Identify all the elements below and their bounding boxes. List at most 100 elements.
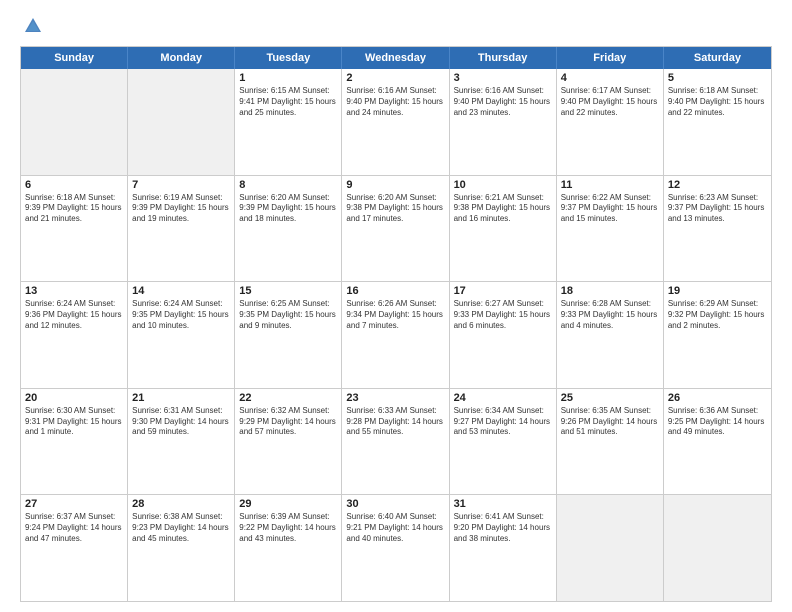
- calendar-cell: [664, 495, 771, 601]
- day-number: 15: [239, 285, 337, 297]
- calendar-cell: 10 Sunrise: 6:21 AM Sunset: 9:38 PM Dayli…: [450, 176, 557, 282]
- calendar-cell: 11Sunrise: 6:22 AM Sunset: 9:37 PM Dayli…: [557, 176, 664, 282]
- cell-text: Sunrise: 6:36 AM Sunset: 9:25 PM Dayligh…: [668, 406, 767, 438]
- calendar-cell: 23 Sunrise: 6:33 AM Sunset: 9:28 PM Dayli…: [342, 389, 449, 495]
- logo-icon: [23, 16, 43, 36]
- calendar-cell: 18 Sunrise: 6:28 AM Sunset: 9:33 PM Dayli…: [557, 282, 664, 388]
- cell-text: Sunrise: 6:25 AM Sunset: 9:35 PM Dayligh…: [239, 299, 337, 331]
- calendar-row: 6 Sunrise: 6:18 AM Sunset: 9:39 PM Daylig…: [21, 175, 771, 282]
- weekday-header: Wednesday: [342, 47, 449, 69]
- day-number: 31: [454, 498, 552, 510]
- cell-text: Sunrise: 6:18 AM Sunset: 9:39 PM Dayligh…: [25, 193, 123, 225]
- day-number: 9: [346, 179, 444, 191]
- day-number: 30: [346, 498, 444, 510]
- calendar-cell: 12 Sunrise: 6:23 AM Sunset: 9:37 PM Dayli…: [664, 176, 771, 282]
- weekday-header: Friday: [557, 47, 664, 69]
- cell-text: Sunrise: 6:21 AM Sunset: 9:38 PM Dayligh…: [454, 193, 552, 225]
- cell-text: Sunrise: 6:24 AM Sunset: 9:36 PM Dayligh…: [25, 299, 123, 331]
- calendar: SundayMondayTuesdayWednesdayThursdayFrid…: [20, 46, 772, 602]
- day-number: 17: [454, 285, 552, 297]
- calendar-cell: 1 Sunrise: 6:15 AM Sunset: 9:41 PM Daylig…: [235, 69, 342, 175]
- calendar-cell: 8 Sunrise: 6:20 AM Sunset: 9:39 PM Daylig…: [235, 176, 342, 282]
- day-number: 28: [132, 498, 230, 510]
- cell-text: Sunrise: 6:40 AM Sunset: 9:21 PM Dayligh…: [346, 512, 444, 544]
- day-number: 3: [454, 72, 552, 84]
- cell-text: Sunrise: 6:35 AM Sunset: 9:26 PM Dayligh…: [561, 406, 659, 438]
- cell-text: Sunrise: 6:28 AM Sunset: 9:33 PM Dayligh…: [561, 299, 659, 331]
- calendar-cell: 24 Sunrise: 6:34 AM Sunset: 9:27 PM Dayli…: [450, 389, 557, 495]
- weekday-header: Monday: [128, 47, 235, 69]
- cell-text: Sunrise: 6:39 AM Sunset: 9:22 PM Dayligh…: [239, 512, 337, 544]
- calendar-cell: 29 Sunrise: 6:39 AM Sunset: 9:22 PM Dayli…: [235, 495, 342, 601]
- cell-text: Sunrise: 6:34 AM Sunset: 9:27 PM Dayligh…: [454, 406, 552, 438]
- cell-text: Sunrise: 6:20 AM Sunset: 9:38 PM Dayligh…: [346, 193, 444, 225]
- day-number: 2: [346, 72, 444, 84]
- cell-text: Sunrise: 6:15 AM Sunset: 9:41 PM Dayligh…: [239, 86, 337, 118]
- calendar-cell: 21Sunrise: 6:31 AM Sunset: 9:30 PM Dayli…: [128, 389, 235, 495]
- day-number: 22: [239, 392, 337, 404]
- cell-text: Sunrise: 6:30 AM Sunset: 9:31 PM Dayligh…: [25, 406, 123, 438]
- calendar-row: 27Sunrise: 6:37 AM Sunset: 9:24 PM Dayli…: [21, 494, 771, 601]
- calendar-cell: 6 Sunrise: 6:18 AM Sunset: 9:39 PM Daylig…: [21, 176, 128, 282]
- calendar-cell: 3Sunrise: 6:16 AM Sunset: 9:40 PM Daylig…: [450, 69, 557, 175]
- calendar-cell: 14Sunrise: 6:24 AM Sunset: 9:35 PM Dayli…: [128, 282, 235, 388]
- cell-text: Sunrise: 6:20 AM Sunset: 9:39 PM Dayligh…: [239, 193, 337, 225]
- calendar-cell: 25 Sunrise: 6:35 AM Sunset: 9:26 PM Dayli…: [557, 389, 664, 495]
- day-number: 12: [668, 179, 767, 191]
- day-number: 24: [454, 392, 552, 404]
- weekday-header: Thursday: [450, 47, 557, 69]
- day-number: 8: [239, 179, 337, 191]
- cell-text: Sunrise: 6:18 AM Sunset: 9:40 PM Dayligh…: [668, 86, 767, 118]
- day-number: 20: [25, 392, 123, 404]
- cell-text: Sunrise: 6:24 AM Sunset: 9:35 PM Dayligh…: [132, 299, 230, 331]
- calendar-cell: 26Sunrise: 6:36 AM Sunset: 9:25 PM Dayli…: [664, 389, 771, 495]
- page: SundayMondayTuesdayWednesdayThursdayFrid…: [0, 0, 792, 612]
- calendar-cell: 2Sunrise: 6:16 AM Sunset: 9:40 PM Daylig…: [342, 69, 449, 175]
- weekday-header: Sunday: [21, 47, 128, 69]
- calendar-cell: 13 Sunrise: 6:24 AM Sunset: 9:36 PM Dayli…: [21, 282, 128, 388]
- cell-text: Sunrise: 6:26 AM Sunset: 9:34 PM Dayligh…: [346, 299, 444, 331]
- calendar-cell: [128, 69, 235, 175]
- logo: [20, 16, 43, 36]
- cell-text: Sunrise: 6:19 AM Sunset: 9:39 PM Dayligh…: [132, 193, 230, 225]
- cell-text: Sunrise: 6:32 AM Sunset: 9:29 PM Dayligh…: [239, 406, 337, 438]
- calendar-header: SundayMondayTuesdayWednesdayThursdayFrid…: [21, 47, 771, 69]
- calendar-cell: 15 Sunrise: 6:25 AM Sunset: 9:35 PM Dayli…: [235, 282, 342, 388]
- calendar-cell: 28 Sunrise: 6:38 AM Sunset: 9:23 PM Dayli…: [128, 495, 235, 601]
- day-number: 16: [346, 285, 444, 297]
- cell-text: Sunrise: 6:38 AM Sunset: 9:23 PM Dayligh…: [132, 512, 230, 544]
- cell-text: Sunrise: 6:17 AM Sunset: 9:40 PM Dayligh…: [561, 86, 659, 118]
- day-number: 23: [346, 392, 444, 404]
- calendar-cell: 7 Sunrise: 6:19 AM Sunset: 9:39 PM Daylig…: [128, 176, 235, 282]
- day-number: 7: [132, 179, 230, 191]
- calendar-row: 1 Sunrise: 6:15 AM Sunset: 9:41 PM Daylig…: [21, 69, 771, 175]
- day-number: 13: [25, 285, 123, 297]
- calendar-cell: 4 Sunrise: 6:17 AM Sunset: 9:40 PM Daylig…: [557, 69, 664, 175]
- day-number: 10: [454, 179, 552, 191]
- day-number: 6: [25, 179, 123, 191]
- calendar-cell: 30 Sunrise: 6:40 AM Sunset: 9:21 PM Dayli…: [342, 495, 449, 601]
- calendar-cell: 5 Sunrise: 6:18 AM Sunset: 9:40 PM Daylig…: [664, 69, 771, 175]
- calendar-cell: 31Sunrise: 6:41 AM Sunset: 9:20 PM Dayli…: [450, 495, 557, 601]
- calendar-cell: [21, 69, 128, 175]
- calendar-cell: 17Sunrise: 6:27 AM Sunset: 9:33 PM Dayli…: [450, 282, 557, 388]
- day-number: 11: [561, 179, 659, 191]
- day-number: 5: [668, 72, 767, 84]
- day-number: 18: [561, 285, 659, 297]
- calendar-cell: 19Sunrise: 6:29 AM Sunset: 9:32 PM Dayli…: [664, 282, 771, 388]
- day-number: 4: [561, 72, 659, 84]
- day-number: 25: [561, 392, 659, 404]
- weekday-header: Saturday: [664, 47, 771, 69]
- calendar-cell: 9 Sunrise: 6:20 AM Sunset: 9:38 PM Daylig…: [342, 176, 449, 282]
- day-number: 1: [239, 72, 337, 84]
- calendar-cell: [557, 495, 664, 601]
- cell-text: Sunrise: 6:23 AM Sunset: 9:37 PM Dayligh…: [668, 193, 767, 225]
- cell-text: Sunrise: 6:37 AM Sunset: 9:24 PM Dayligh…: [25, 512, 123, 544]
- calendar-cell: 27Sunrise: 6:37 AM Sunset: 9:24 PM Dayli…: [21, 495, 128, 601]
- cell-text: Sunrise: 6:33 AM Sunset: 9:28 PM Dayligh…: [346, 406, 444, 438]
- calendar-row: 13 Sunrise: 6:24 AM Sunset: 9:36 PM Dayli…: [21, 281, 771, 388]
- weekday-header: Tuesday: [235, 47, 342, 69]
- cell-text: Sunrise: 6:29 AM Sunset: 9:32 PM Dayligh…: [668, 299, 767, 331]
- day-number: 29: [239, 498, 337, 510]
- calendar-cell: 20 Sunrise: 6:30 AM Sunset: 9:31 PM Dayli…: [21, 389, 128, 495]
